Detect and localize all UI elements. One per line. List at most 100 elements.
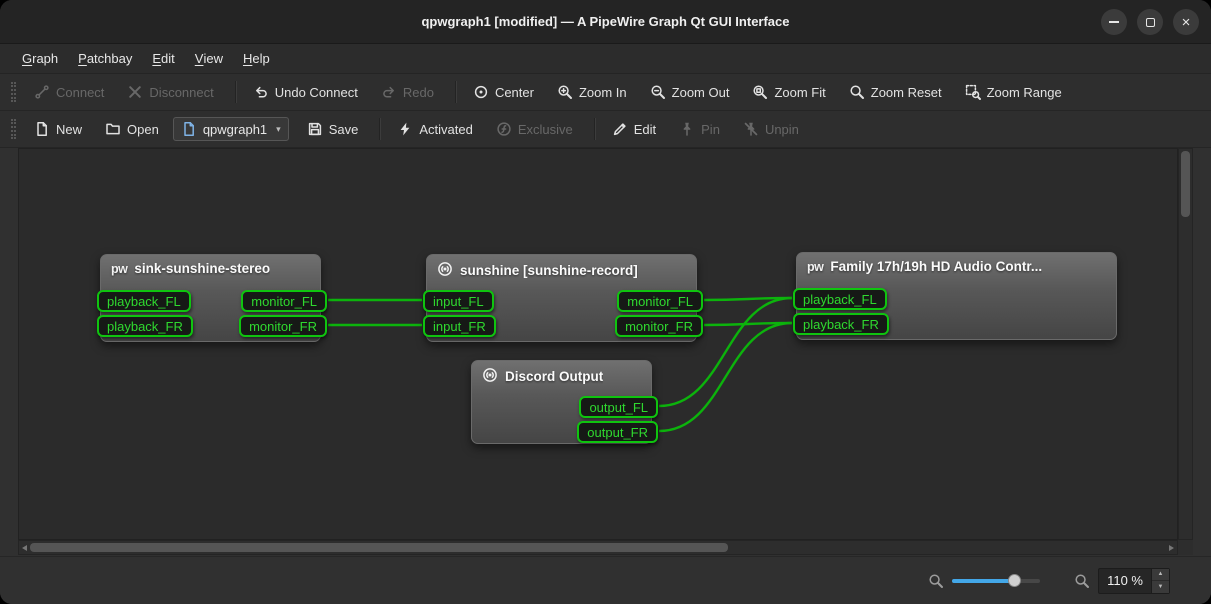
port-input_FR[interactable]: input_FR — [423, 315, 496, 337]
unpin-icon — [743, 121, 759, 137]
zoom-slider-fill — [952, 579, 1014, 583]
toolbar-handle[interactable] — [11, 119, 16, 139]
toolbar-button-new[interactable]: New — [25, 116, 91, 142]
toolbar-handle[interactable] — [11, 82, 16, 102]
port-playback_FL[interactable]: playback_FL — [793, 288, 887, 310]
graph-node-family[interactable]: pw Family 17h/19h HD Audio Contr... playba… — [796, 252, 1117, 340]
zoom-slider-handle[interactable] — [1008, 574, 1021, 587]
graph-node-sink[interactable]: pwsink-sunshine-stereoplayback_FLplaybac… — [100, 254, 321, 342]
button-label: Edit — [634, 122, 656, 137]
window-controls: × — [1101, 9, 1199, 35]
port-playback_FR[interactable]: playback_FR — [793, 313, 889, 335]
vertical-scrollbar-thumb[interactable] — [1181, 151, 1190, 217]
menu-view[interactable]: View — [185, 44, 233, 73]
scroll-left-arrow-icon[interactable] — [22, 545, 27, 551]
edit-icon — [612, 121, 628, 137]
zoom-fit-icon — [752, 84, 768, 100]
patchbay-file-dropdown[interactable]: qpwgraph1▾ — [173, 117, 289, 141]
toolbar-button-open[interactable]: Open — [96, 116, 168, 142]
menu-patchbay[interactable]: Patchbay — [68, 44, 142, 73]
graph-node-sunshine[interactable]: sunshine [sunshine-record]input_FLinput_… — [426, 254, 697, 342]
audio-stream-icon — [482, 367, 498, 386]
zoom-slider[interactable] — [952, 579, 1040, 583]
toolbar-button-edit[interactable]: Edit — [603, 116, 665, 142]
zoom-reset-icon — [849, 84, 865, 100]
redo-icon — [381, 84, 397, 100]
button-label: Unpin — [765, 122, 799, 137]
maximize-button[interactable] — [1137, 9, 1163, 35]
titlebar: qpwgraph1 [modified] — A PipeWire Graph … — [0, 0, 1211, 44]
horizontal-scrollbar-thumb[interactable] — [30, 543, 728, 552]
button-label: Open — [127, 122, 159, 137]
toolbar-button-zoom-range[interactable]: Zoom Range — [956, 79, 1071, 105]
toolbar-button-connect: Connect — [25, 79, 113, 105]
port-monitor_FL[interactable]: monitor_FL — [617, 290, 703, 312]
toolbar-button-activated[interactable]: Activated — [388, 116, 481, 142]
port-monitor_FR[interactable]: monitor_FR — [615, 315, 703, 337]
toolbar-button-zoom-in[interactable]: Zoom In — [548, 79, 636, 105]
toolbar-button-pin: Pin — [670, 116, 729, 142]
graph-canvas[interactable]: pwsink-sunshine-stereoplayback_FLplaybac… — [18, 148, 1178, 540]
scrollbar-corner — [1178, 540, 1193, 555]
zoom-spinbox[interactable]: 110 % ▲ ▼ — [1098, 568, 1170, 594]
minimize-icon — [1109, 21, 1119, 23]
toolbar-file: New Open qpwgraph1▾ Save Activated Exclusive E… — [0, 111, 1211, 148]
connection-wire — [704, 298, 792, 300]
toolbar-button-zoom-reset[interactable]: Zoom Reset — [840, 79, 951, 105]
node-title: Discord Output — [505, 369, 603, 384]
scroll-right-arrow-icon[interactable] — [1169, 545, 1174, 551]
button-label: Zoom Range — [987, 85, 1062, 100]
menubar: GraphPatchbayEditViewHelp — [0, 44, 1211, 74]
pin-icon — [679, 121, 695, 137]
bolt-icon — [397, 121, 413, 137]
maximize-icon — [1146, 18, 1155, 27]
zoom-value: 110 % — [1099, 569, 1151, 593]
connect-icon — [34, 84, 50, 100]
port-monitor_FL[interactable]: monitor_FL — [241, 290, 327, 312]
connection-wire — [704, 323, 792, 325]
toolbar-button-save[interactable]: Save — [298, 116, 368, 142]
port-playback_FR[interactable]: playback_FR — [97, 315, 193, 337]
horizontal-scrollbar[interactable] — [18, 540, 1178, 555]
audio-stream-icon — [437, 261, 453, 280]
toolbar-button-zoom-out[interactable]: Zoom Out — [641, 79, 739, 105]
pipewire-icon: pw — [807, 260, 823, 274]
toolbar-button-center[interactable]: Center — [464, 79, 543, 105]
menu-edit[interactable]: Edit — [142, 44, 184, 73]
close-icon: × — [1182, 15, 1191, 30]
menu-help[interactable]: Help — [233, 44, 280, 73]
button-label: Zoom Reset — [871, 85, 942, 100]
button-label: Exclusive — [518, 122, 573, 137]
node-title: Family 17h/19h HD Audio Contr... — [830, 259, 1042, 274]
zoom-out-icon — [650, 84, 666, 100]
exclusive-icon — [496, 121, 512, 137]
button-label: Zoom Out — [672, 85, 730, 100]
button-label: Activated — [419, 122, 472, 137]
new-icon — [34, 121, 50, 137]
toolbar-button-redo: Redo — [372, 79, 443, 105]
zoom-spin-down[interactable]: ▼ — [1152, 580, 1169, 593]
button-label: Center — [495, 85, 534, 100]
zoom-in-icon — [557, 84, 573, 100]
vertical-scrollbar[interactable] — [1178, 148, 1193, 540]
port-monitor_FR[interactable]: monitor_FR — [239, 315, 327, 337]
toolbar-button-zoom-fit[interactable]: Zoom Fit — [743, 79, 834, 105]
graph-node-discord[interactable]: Discord Outputoutput_FLoutput_FR — [471, 360, 652, 444]
dropdown-caret-icon: ▾ — [276, 124, 281, 135]
close-button[interactable]: × — [1173, 9, 1199, 35]
window-title: qpwgraph1 [modified] — A PipeWire Graph … — [421, 14, 789, 29]
menu-graph[interactable]: Graph — [12, 44, 68, 73]
toolbar-button-undo-connect[interactable]: Undo Connect — [244, 79, 367, 105]
save-icon — [307, 121, 323, 137]
open-icon — [105, 121, 121, 137]
button-label: New — [56, 122, 82, 137]
button-label: Zoom In — [579, 85, 627, 100]
port-input_FL[interactable]: input_FL — [423, 290, 494, 312]
port-output_FL[interactable]: output_FL — [579, 396, 658, 418]
port-output_FR[interactable]: output_FR — [577, 421, 658, 443]
zoom-spin-buttons: ▲ ▼ — [1151, 569, 1169, 593]
toolbar-separator — [235, 81, 237, 103]
zoom-spin-up[interactable]: ▲ — [1152, 569, 1169, 581]
port-playback_FL[interactable]: playback_FL — [97, 290, 191, 312]
minimize-button[interactable] — [1101, 9, 1127, 35]
